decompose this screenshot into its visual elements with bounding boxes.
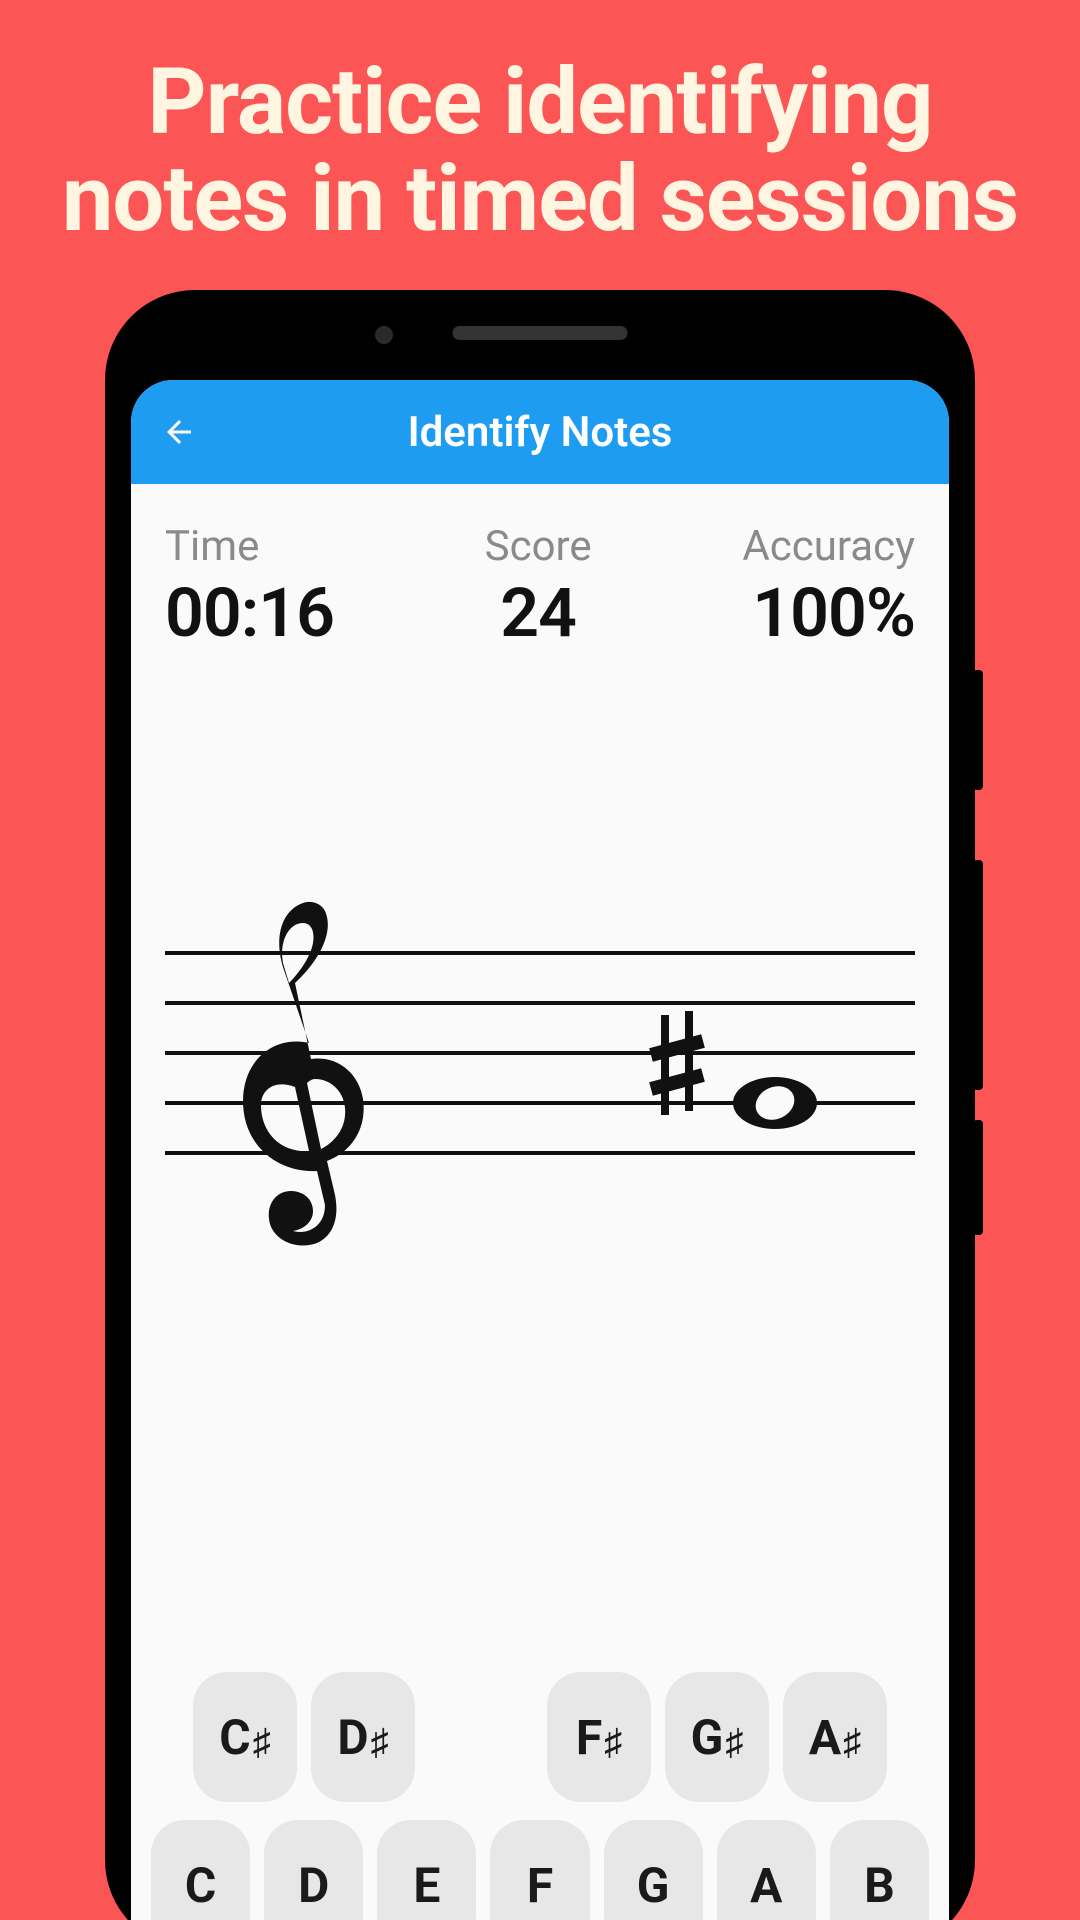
stat-score: Score 24: [485, 522, 592, 653]
app-bar: Identify Notes: [131, 380, 949, 484]
promo-headline-line2: notes in timed sessions: [62, 146, 1018, 253]
note-keyboard: C♯ D♯ F♯ G♯ A♯ C D E F G A B: [131, 1672, 949, 1920]
whole-note-icon: [733, 1077, 817, 1129]
phone-camera: [375, 326, 393, 344]
phone-side-button: [973, 670, 983, 790]
key-a[interactable]: A: [717, 1820, 816, 1920]
sharp-icon: [651, 1011, 703, 1115]
key-e[interactable]: E: [377, 1820, 476, 1920]
stat-time-value: 00:16: [165, 573, 334, 653]
key-label: C: [185, 1857, 216, 1914]
key-b[interactable]: B: [830, 1820, 929, 1920]
stat-accuracy-value: 100%: [742, 573, 915, 653]
key-label: G♯: [691, 1709, 744, 1766]
key-d[interactable]: D: [264, 1820, 363, 1920]
key-c-sharp[interactable]: C♯: [193, 1672, 297, 1802]
key-label: D: [298, 1857, 329, 1914]
arrow-left-icon: [161, 414, 197, 450]
key-g-sharp[interactable]: G♯: [665, 1672, 769, 1802]
key-f-sharp[interactable]: F♯: [547, 1672, 651, 1802]
phone-side-button: [973, 860, 983, 1090]
stat-accuracy: Accuracy 100%: [742, 522, 915, 653]
phone-speaker: [453, 326, 628, 340]
stat-score-label: Score: [485, 522, 592, 571]
music-staff: [131, 653, 949, 1253]
stats-row: Time 00:16 Score 24 Accuracy 100%: [131, 484, 949, 653]
phone-side-button: [973, 1120, 983, 1235]
back-button[interactable]: [161, 414, 197, 450]
stat-score-value: 24: [485, 573, 592, 653]
key-label: G: [637, 1857, 670, 1914]
key-g[interactable]: G: [604, 1820, 703, 1920]
key-label: E: [413, 1857, 440, 1914]
natural-key-row: C D E F G A B: [151, 1820, 929, 1920]
app-screen: Identify Notes Time 00:16 Score 24 Accur…: [131, 380, 949, 1920]
promo-headline: Practice identifying notes in timed sess…: [0, 0, 1080, 248]
key-d-sharp[interactable]: D♯: [311, 1672, 415, 1802]
stat-time: Time 00:16: [165, 522, 334, 653]
promo-headline-line1: Practice identifying: [147, 49, 932, 156]
phone-frame: Identify Notes Time 00:16 Score 24 Accur…: [105, 290, 975, 1920]
sharp-key-row: C♯ D♯ F♯ G♯ A♯: [151, 1672, 929, 1802]
key-label: B: [864, 1857, 895, 1914]
key-c[interactable]: C: [151, 1820, 250, 1920]
staff-svg: [165, 893, 915, 1253]
key-f[interactable]: F: [490, 1820, 589, 1920]
key-label: D♯: [337, 1709, 388, 1766]
key-label: C♯: [219, 1709, 270, 1766]
key-label: A: [750, 1857, 782, 1914]
stat-time-label: Time: [165, 522, 334, 571]
key-label: F♯: [576, 1709, 622, 1766]
key-a-sharp[interactable]: A♯: [783, 1672, 887, 1802]
key-label: A♯: [809, 1709, 861, 1766]
key-label: F: [527, 1857, 553, 1914]
stat-accuracy-label: Accuracy: [742, 522, 915, 571]
app-bar-title: Identify Notes: [131, 408, 949, 457]
